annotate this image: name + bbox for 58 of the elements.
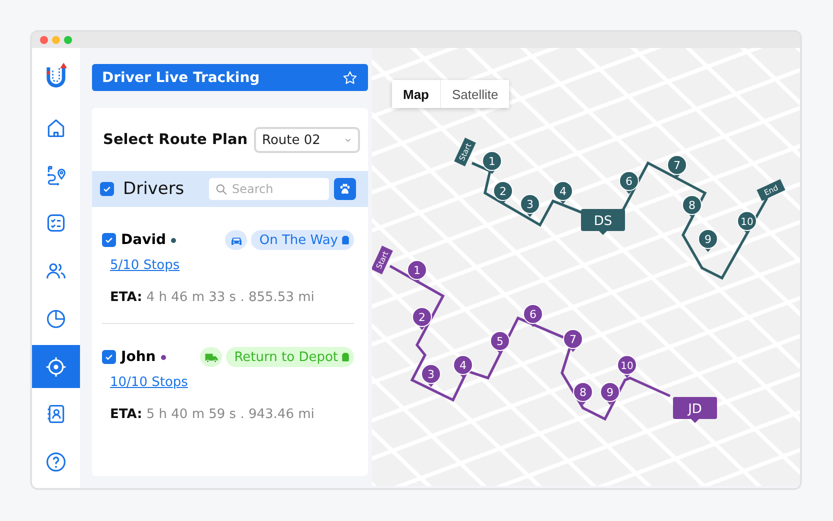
search-icon bbox=[215, 183, 228, 196]
status-text: Return to Depot bbox=[234, 350, 338, 364]
stop-marker[interactable]: 4 bbox=[453, 355, 473, 378]
stop-marker[interactable]: 3 bbox=[421, 364, 441, 387]
eta-text: ETA: 5 h 40 m 59 s . 943.46 mi bbox=[110, 407, 316, 422]
nav-button[interactable] bbox=[32, 344, 80, 388]
home-icon bbox=[45, 116, 67, 139]
stop-marker[interactable]: 1 bbox=[407, 260, 427, 283]
stop-marker[interactable]: 9 bbox=[698, 229, 718, 252]
contact-book-icon bbox=[45, 403, 67, 426]
stops-link[interactable]: 10/10 Stops bbox=[110, 375, 188, 390]
stop-marker[interactable]: 2 bbox=[412, 307, 432, 330]
pie-chart-icon bbox=[45, 308, 67, 330]
check-icon bbox=[104, 352, 114, 362]
crosshair-icon bbox=[45, 356, 67, 378]
stop-marker[interactable]: 1 bbox=[482, 151, 502, 174]
battery-icon bbox=[341, 233, 350, 247]
maximize-dot[interactable] bbox=[64, 36, 72, 44]
route-select[interactable]: Route 02 bbox=[254, 127, 360, 153]
search-field[interactable]: Search bbox=[209, 178, 329, 200]
stop-marker[interactable]: 8 bbox=[573, 382, 593, 405]
minimize-dot[interactable] bbox=[52, 36, 60, 44]
driver-name: David bbox=[121, 232, 166, 248]
status-text: On The Way bbox=[259, 232, 338, 248]
stop-marker[interactable]: 10 bbox=[617, 355, 637, 378]
stop-marker[interactable]: 2 bbox=[493, 181, 513, 204]
star-icon[interactable] bbox=[342, 70, 358, 86]
stops-link[interactable]: 5/10 Stops bbox=[110, 258, 180, 273]
check-icon bbox=[102, 184, 112, 194]
stop-marker[interactable]: 6 bbox=[619, 171, 639, 194]
chevron-down-icon bbox=[344, 136, 352, 144]
eta-text: ETA: 4 h 46 m 33 s . 855.53 mi bbox=[110, 290, 316, 305]
paw-icon bbox=[338, 182, 352, 196]
checkbox[interactable] bbox=[102, 350, 116, 364]
map-type-tab[interactable]: Satellite bbox=[441, 80, 510, 108]
route-plan-label: Select Route Plan bbox=[103, 132, 248, 148]
stop-marker[interactable]: 9 bbox=[600, 382, 620, 405]
stop-marker[interactable]: 8 bbox=[682, 195, 702, 218]
checkbox[interactable] bbox=[102, 233, 116, 247]
checklist-icon bbox=[45, 212, 67, 234]
stop-marker[interactable]: 10 bbox=[737, 211, 757, 234]
paw-button[interactable] bbox=[334, 178, 356, 200]
stop-marker[interactable]: 7 bbox=[667, 155, 687, 178]
battery-icon bbox=[341, 350, 350, 364]
stop-marker[interactable]: 5 bbox=[490, 331, 510, 354]
driver-name: John bbox=[121, 349, 156, 365]
stop-marker[interactable]: 6 bbox=[523, 304, 543, 327]
page-title: Driver Live Tracking bbox=[102, 70, 260, 86]
check-icon bbox=[104, 235, 114, 245]
drivers-title: Drivers bbox=[123, 179, 186, 199]
checkbox[interactable] bbox=[100, 182, 114, 196]
close-dot[interactable] bbox=[40, 36, 48, 44]
stop-marker[interactable]: 3 bbox=[520, 194, 540, 217]
stop-marker[interactable]: 4 bbox=[553, 181, 573, 204]
map-type-tab[interactable]: Map bbox=[392, 80, 441, 108]
help-icon bbox=[45, 451, 67, 474]
route-pin-icon bbox=[45, 164, 67, 186]
stop-marker[interactable]: 7 bbox=[563, 329, 583, 352]
